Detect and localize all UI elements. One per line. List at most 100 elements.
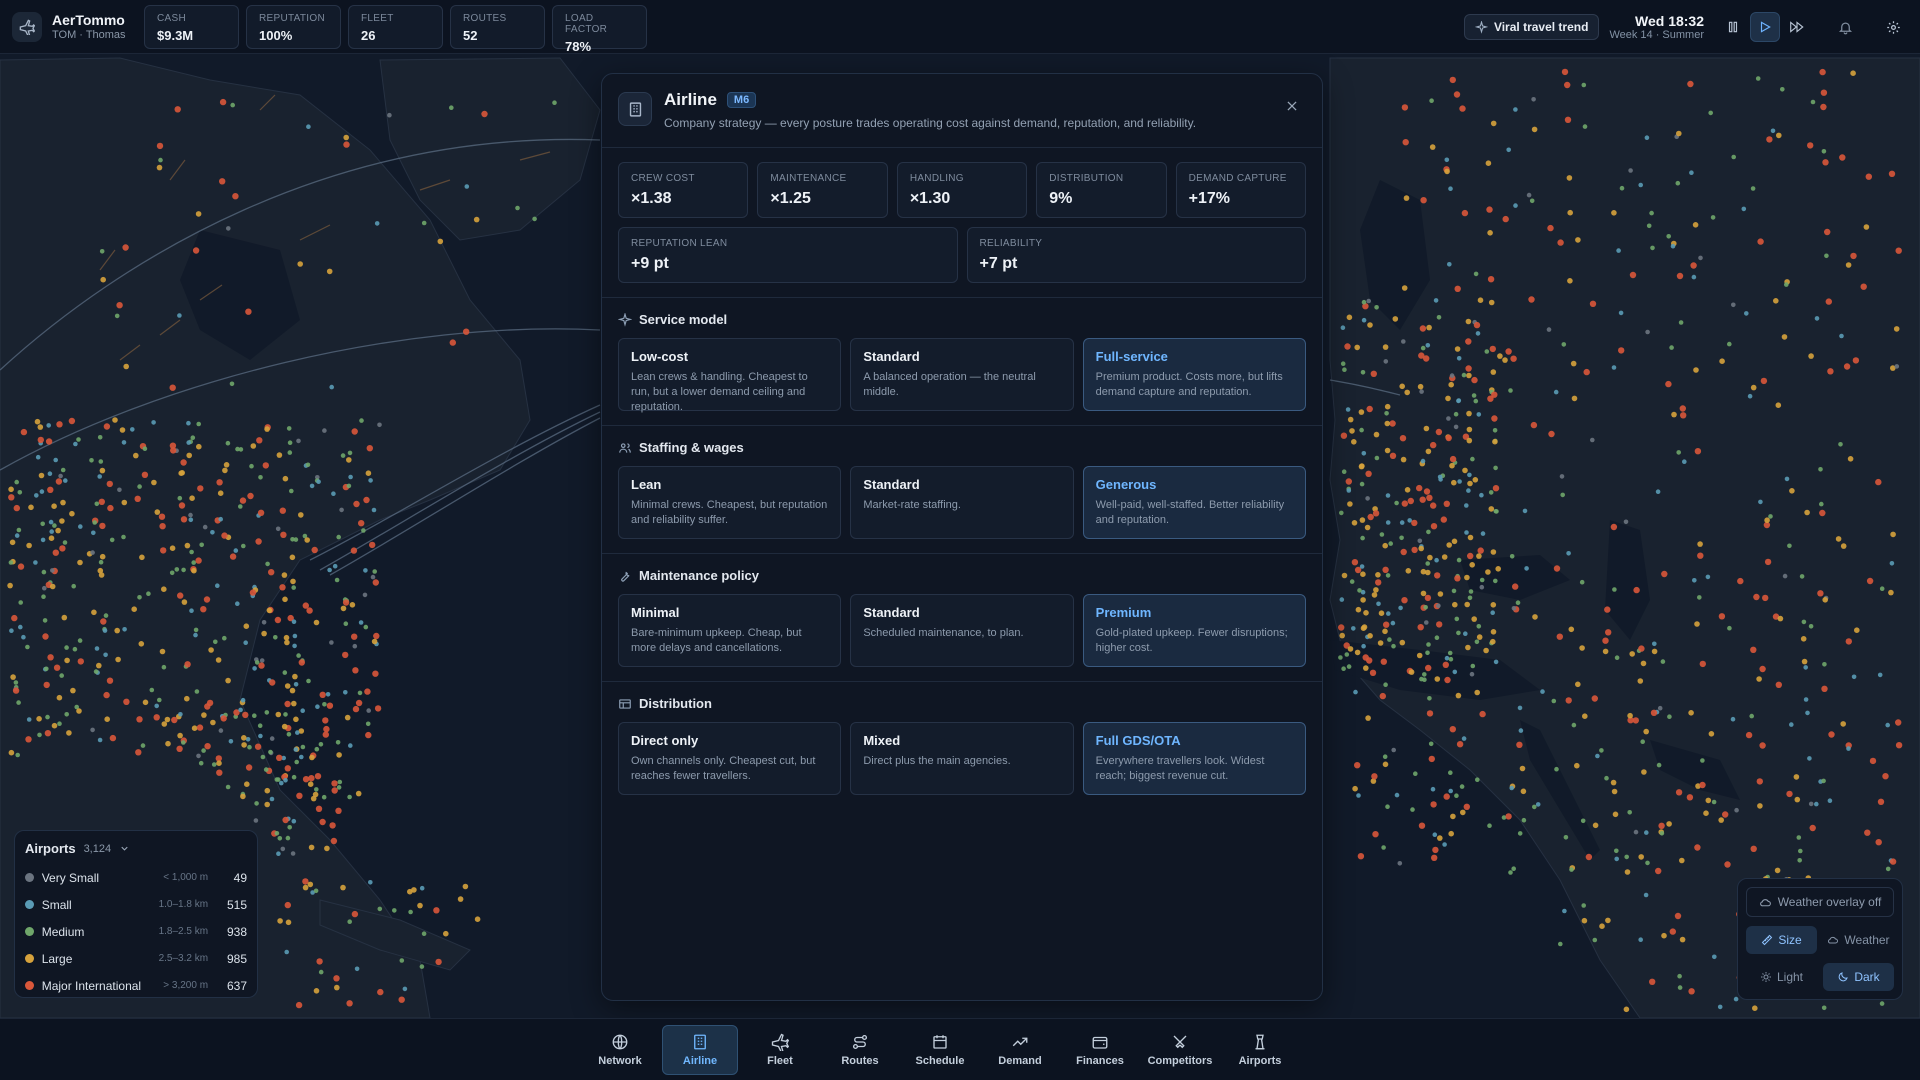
airport-dot[interactable] — [1413, 771, 1418, 776]
airport-dot[interactable] — [49, 583, 56, 590]
airport-dot[interactable] — [1442, 661, 1450, 668]
airport-dot[interactable] — [1799, 574, 1805, 579]
airport-dot[interactable] — [1430, 502, 1437, 509]
airport-dot[interactable] — [342, 599, 350, 606]
airport-dot[interactable] — [1810, 99, 1816, 105]
airport-dot[interactable] — [364, 688, 371, 695]
airport-dot[interactable] — [1669, 345, 1674, 350]
airport-dot[interactable] — [1400, 456, 1407, 463]
airport-dot[interactable] — [1789, 488, 1795, 494]
airport-dot[interactable] — [1611, 210, 1617, 216]
airport-dot[interactable] — [1889, 858, 1897, 865]
airport-dot[interactable] — [242, 711, 249, 719]
airport-dot[interactable] — [190, 435, 196, 441]
airport-dot[interactable] — [392, 908, 397, 913]
airport-dot[interactable] — [1658, 822, 1665, 829]
airport-dot[interactable] — [51, 503, 57, 510]
airport-dot[interactable] — [290, 578, 296, 585]
airport-dot[interactable] — [273, 635, 278, 640]
airport-dot[interactable] — [1649, 210, 1654, 216]
airport-dot[interactable] — [1838, 442, 1843, 447]
airport-dot[interactable] — [238, 707, 243, 713]
airport-dot[interactable] — [1448, 381, 1454, 388]
airport-dot[interactable] — [1819, 509, 1826, 517]
brand[interactable]: AerTommo TOM · Thomas — [12, 11, 132, 42]
airport-dot[interactable] — [112, 417, 118, 423]
airport-dot[interactable] — [1426, 494, 1433, 501]
airport-dot[interactable] — [1780, 87, 1785, 92]
nav-demand[interactable]: Demand — [982, 1025, 1058, 1075]
airport-dot[interactable] — [158, 513, 166, 520]
airport-dot[interactable] — [48, 535, 55, 541]
legend-header[interactable]: Airports 3,124 — [25, 841, 247, 856]
airport-dot[interactable] — [1426, 529, 1431, 535]
airport-dot[interactable] — [1747, 393, 1753, 399]
airport-dot[interactable] — [1379, 532, 1385, 537]
airport-dot[interactable] — [1440, 516, 1448, 523]
option-standard-service[interactable]: Standard A balanced operation — the neutr… — [850, 338, 1074, 411]
airport-dot[interactable] — [355, 699, 363, 707]
airport-dot[interactable] — [1540, 689, 1545, 694]
airport-dot[interactable] — [1401, 285, 1408, 291]
airport-dot[interactable] — [97, 435, 103, 440]
airport-dot[interactable] — [1479, 577, 1485, 583]
airport-dot[interactable] — [274, 831, 280, 836]
airport-dot[interactable] — [1446, 416, 1451, 421]
airport-dot[interactable] — [1420, 590, 1427, 597]
airport-dot[interactable] — [365, 721, 371, 727]
airport-dot[interactable] — [222, 635, 227, 641]
airport-dot[interactable] — [1638, 937, 1643, 942]
airport-dot[interactable] — [1456, 398, 1461, 404]
airport-dot[interactable] — [1677, 973, 1682, 979]
airport-dot[interactable] — [1493, 465, 1498, 471]
airport-dot[interactable] — [1432, 832, 1438, 837]
airport-dot[interactable] — [1618, 347, 1625, 354]
airport-dot[interactable] — [1434, 572, 1441, 579]
airport-dot[interactable] — [177, 313, 182, 318]
airport-dot[interactable] — [1383, 621, 1390, 628]
airport-dot[interactable] — [1420, 345, 1426, 351]
airport-dot[interactable] — [1456, 630, 1461, 636]
airport-dot[interactable] — [1650, 709, 1658, 716]
airport-dot[interactable] — [121, 499, 128, 506]
airport-dot[interactable] — [1384, 411, 1389, 416]
airport-dot[interactable] — [264, 426, 270, 432]
airport-dot[interactable] — [1524, 566, 1529, 571]
airport-dot[interactable] — [300, 744, 306, 750]
airport-dot[interactable] — [363, 568, 368, 573]
airport-dot[interactable] — [1429, 144, 1436, 150]
airport-dot[interactable] — [1423, 488, 1431, 495]
airport-dot[interactable] — [1467, 552, 1474, 560]
airport-dot[interactable] — [1522, 508, 1528, 514]
option-full-service[interactable]: Full-service Premium product. Costs more,… — [1082, 338, 1306, 411]
airport-dot[interactable] — [1441, 554, 1448, 560]
airport-dot[interactable] — [1454, 575, 1461, 582]
airport-dot[interactable] — [184, 661, 191, 668]
airport-dot[interactable] — [1479, 710, 1486, 718]
airport-dot[interactable] — [1513, 203, 1518, 208]
airport-dot[interactable] — [293, 747, 299, 752]
airport-dot[interactable] — [1385, 493, 1391, 498]
airport-dot[interactable] — [247, 744, 252, 750]
airport-dot[interactable] — [347, 794, 352, 800]
airport-dot[interactable] — [1646, 223, 1652, 229]
stat-reputation[interactable]: REPUTATION 100% — [246, 4, 341, 49]
airport-dot[interactable] — [1731, 154, 1736, 160]
airport-dot[interactable] — [1618, 310, 1624, 316]
airport-dot[interactable] — [1448, 186, 1453, 191]
airport-dot[interactable] — [1535, 802, 1541, 807]
airport-dot[interactable] — [1510, 355, 1517, 362]
airport-dot[interactable] — [106, 480, 114, 488]
airport-dot[interactable] — [421, 931, 427, 936]
airport-dot[interactable] — [1860, 283, 1867, 290]
airport-dot[interactable] — [279, 507, 286, 514]
airport-dot[interactable] — [1821, 685, 1828, 692]
airport-dot[interactable] — [64, 657, 70, 664]
airport-dot[interactable] — [1399, 383, 1405, 390]
airport-dot[interactable] — [1561, 342, 1567, 347]
airport-dot[interactable] — [1423, 425, 1430, 432]
airport-dot[interactable] — [1610, 523, 1618, 531]
airport-dot[interactable] — [1470, 663, 1476, 669]
airport-dot[interactable] — [1432, 846, 1439, 854]
airport-dot[interactable] — [1479, 584, 1485, 590]
